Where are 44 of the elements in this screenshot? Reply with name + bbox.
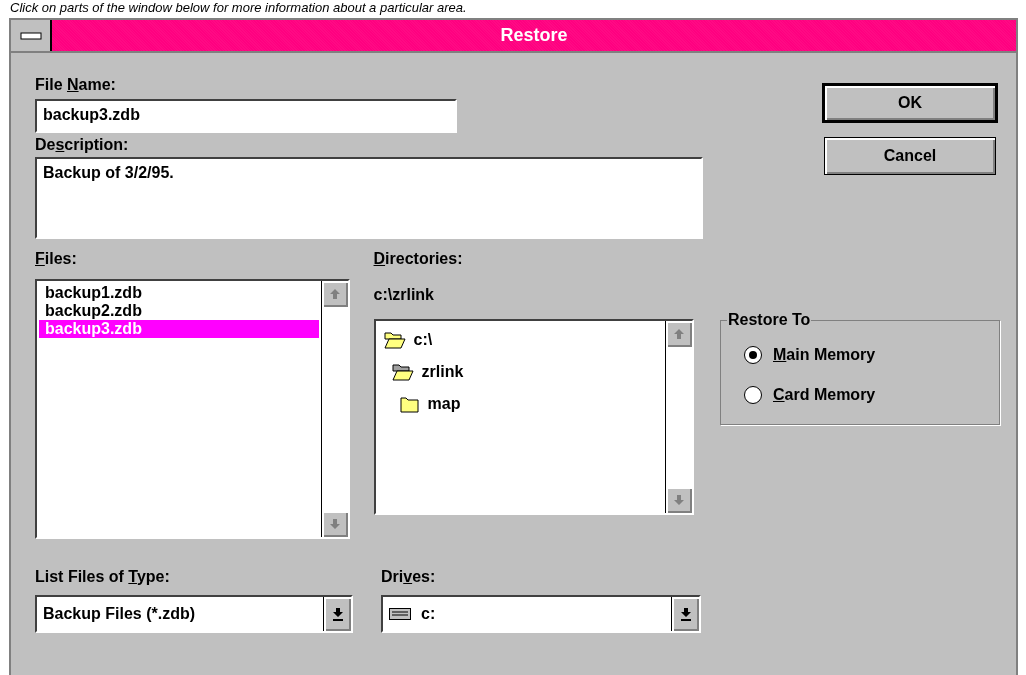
directory-item[interactable]: map: [427, 395, 461, 413]
dialog-button[interactable]: OK: [822, 83, 998, 123]
drive-icon: [389, 608, 411, 620]
dropdown-button[interactable]: [671, 597, 699, 631]
group-title: Restore To: [727, 311, 812, 329]
down-arrow-icon: [328, 518, 341, 530]
directories-label: Directories:: [373, 249, 464, 269]
system-menu-button[interactable]: [11, 20, 52, 51]
dash-icon: [19, 31, 42, 40]
current-path: c:\zrlink: [373, 285, 435, 305]
help-caption: Click on parts of the window below for more information about a particular area.: [9, 0, 467, 16]
dropdown-button[interactable]: [323, 597, 351, 631]
radio-button[interactable]: [743, 385, 763, 405]
drives-dropdown[interactable]: c:: [381, 595, 701, 633]
directory-item[interactable]: c:\: [413, 331, 433, 349]
description-field[interactable]: Backup of 3/2/95.: [35, 157, 703, 239]
radio-label: Main Memory: [773, 345, 876, 365]
file-item[interactable]: backup2.zdb: [39, 302, 319, 320]
radio-label: Card Memory: [773, 385, 876, 405]
directories-list[interactable]: c:\ zrlink map: [373, 319, 694, 515]
scroll-down-button[interactable]: [321, 511, 348, 537]
directory-item[interactable]: zrlink: [421, 363, 464, 381]
radio-button[interactable]: [743, 345, 763, 365]
files-list[interactable]: backup1.zdb backup2.zdb backup3.zdb: [35, 279, 350, 539]
dialog-button[interactable]: Cancel: [824, 137, 996, 175]
open-folder-icon: [383, 330, 406, 350]
drives-label: Drives:: [381, 567, 437, 587]
down-arrow-icon: [673, 494, 685, 506]
dropdown-arrow-icon: [679, 607, 692, 621]
file-name-field[interactable]: backup3.zdb: [35, 99, 457, 133]
open-folder-icon: [391, 362, 414, 382]
files-label: Files:: [35, 249, 78, 269]
file-type-dropdown[interactable]: Backup Files (*.zdb): [35, 595, 353, 633]
window-title: Restore: [499, 24, 569, 47]
description-label: Description:: [35, 135, 130, 155]
folder-icon: [399, 394, 420, 414]
file-type-label: List Files of Type:: [35, 567, 171, 587]
dropdown-arrow-icon: [331, 607, 344, 621]
file-name-label: File Name:: [35, 75, 117, 95]
up-arrow-icon: [328, 288, 341, 300]
scroll-up-button[interactable]: [321, 281, 348, 307]
scrollbar[interactable]: [320, 281, 348, 537]
up-arrow-icon: [673, 328, 685, 340]
file-item[interactable]: backup1.zdb: [39, 284, 319, 302]
